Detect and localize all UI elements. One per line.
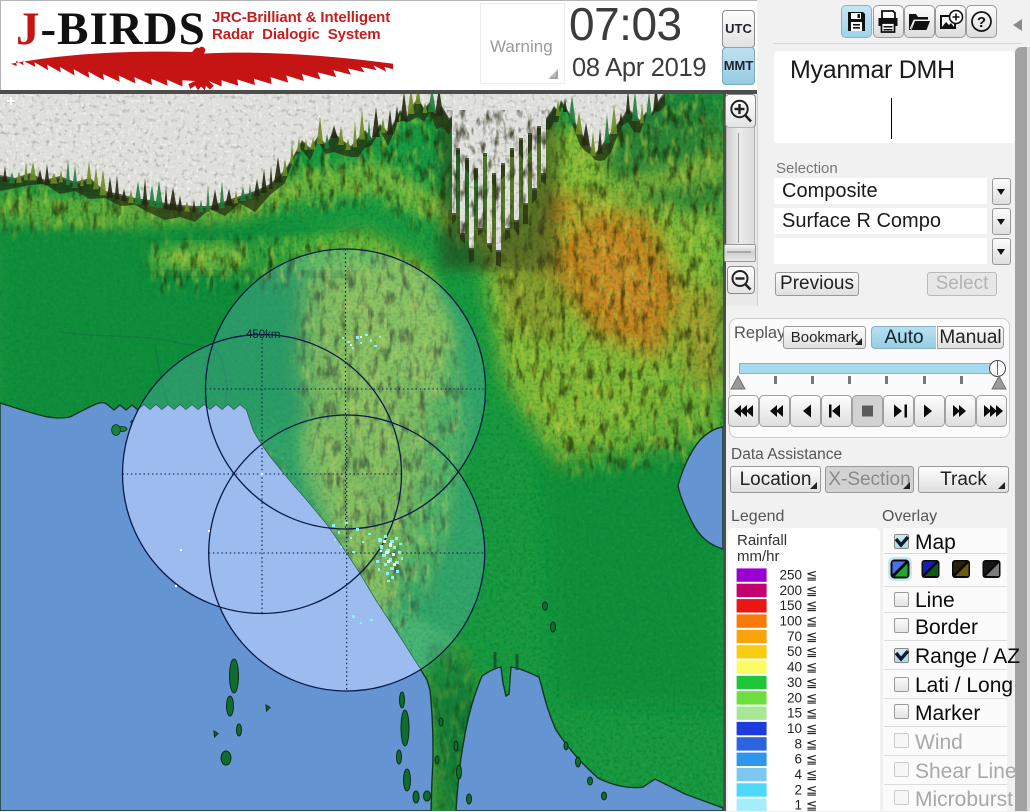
svg-text:20: 20 <box>787 690 802 705</box>
svg-text:15: 15 <box>787 706 802 721</box>
svg-text:?: ? <box>977 14 986 31</box>
svg-text:≦: ≦ <box>806 614 817 629</box>
svg-text:450km: 450km <box>246 329 281 341</box>
svg-text:4: 4 <box>794 767 802 782</box>
svg-text:≦: ≦ <box>806 660 817 675</box>
svg-text:40: 40 <box>787 660 802 675</box>
svg-text:≦: ≦ <box>806 690 817 705</box>
svg-text:70: 70 <box>787 629 802 644</box>
svg-text:≦: ≦ <box>806 598 817 613</box>
svg-text:≦: ≦ <box>806 782 817 797</box>
svg-text:≦: ≦ <box>806 675 817 690</box>
svg-text:250: 250 <box>779 568 802 583</box>
svg-text:30: 30 <box>787 675 802 690</box>
svg-text:100: 100 <box>779 614 802 629</box>
svg-text:6: 6 <box>794 752 802 767</box>
svg-text:≦: ≦ <box>806 736 817 751</box>
svg-text:150: 150 <box>779 598 802 613</box>
svg-text:200: 200 <box>779 583 802 598</box>
svg-text:≦: ≦ <box>806 798 817 811</box>
svg-text:≦: ≦ <box>806 752 817 767</box>
svg-text:≦: ≦ <box>806 721 817 736</box>
svg-text:≦: ≦ <box>806 629 817 644</box>
svg-text:≦: ≦ <box>806 583 817 598</box>
svg-text:1: 1 <box>794 798 802 811</box>
svg-text:≦: ≦ <box>806 706 817 721</box>
svg-text:10: 10 <box>787 721 802 736</box>
svg-text:≦: ≦ <box>806 767 817 782</box>
svg-text:8: 8 <box>794 736 802 751</box>
svg-text:≦: ≦ <box>806 568 817 583</box>
svg-text:≦: ≦ <box>806 644 817 659</box>
svg-text:50: 50 <box>787 644 802 659</box>
svg-text:2: 2 <box>794 782 802 797</box>
